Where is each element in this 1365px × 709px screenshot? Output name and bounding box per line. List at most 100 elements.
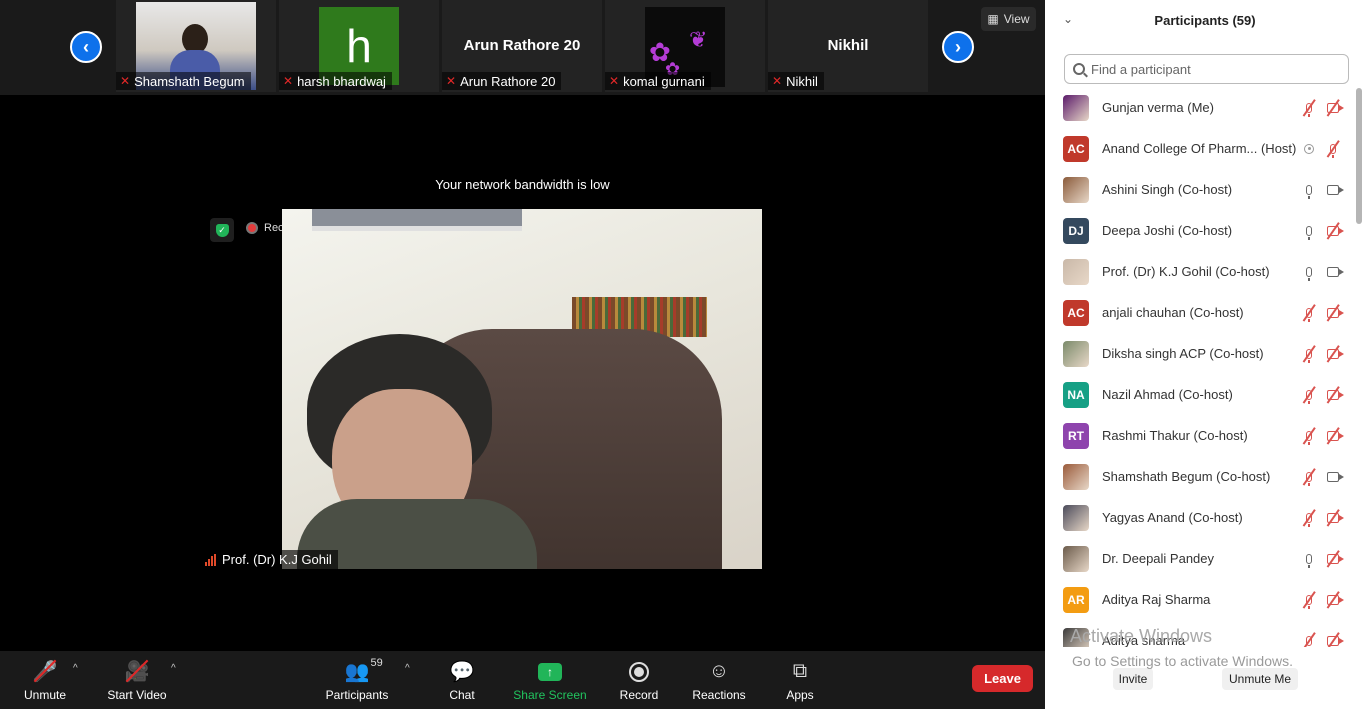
participant-list-scrollbar[interactable]: [1355, 86, 1363, 650]
video-off-icon[interactable]: [1324, 221, 1342, 240]
microphone-off-icon: 🎤: [33, 659, 57, 685]
zoom-meeting-window: ‹ ✕ Shamshath Begum h ✕ harsh bhardwaj A…: [0, 0, 1365, 709]
search-input[interactable]: [1091, 61, 1331, 77]
microphone-icon[interactable]: [1302, 223, 1316, 240]
video-off-icon[interactable]: [1324, 303, 1342, 322]
video-icon[interactable]: [1324, 183, 1342, 197]
microphone-icon[interactable]: [1302, 264, 1316, 281]
recording-dot-icon: [246, 222, 258, 234]
participant-row[interactable]: Gunjan verma (Me): [1045, 87, 1355, 128]
participant-row[interactable]: Ashini Singh (Co-host): [1045, 169, 1355, 210]
reactions-icon: ☺: [708, 660, 730, 682]
microphone-muted-icon[interactable]: [1302, 303, 1316, 322]
participant-strip: ‹ ✕ Shamshath Begum h ✕ harsh bhardwaj A…: [0, 0, 1045, 95]
participant-row[interactable]: Yagyas Anand (Co-host): [1045, 497, 1355, 538]
participants-panel: ⌄ Participants (59) Gunjan verma (Me)ACA…: [1045, 0, 1365, 709]
scrollbar-thumb[interactable]: [1356, 88, 1362, 224]
spotlight-icon[interactable]: [1302, 141, 1316, 157]
participant-row[interactable]: Diksha singh ACP (Co-host): [1045, 333, 1355, 374]
microphone-muted-icon[interactable]: [1302, 385, 1316, 404]
leave-button[interactable]: Leave: [972, 665, 1033, 692]
participant-row[interactable]: Shamshath Begum (Co-host): [1045, 456, 1355, 497]
participants-button[interactable]: 👥 59 Participants: [322, 651, 392, 709]
tile-komal-gurnani[interactable]: ✿ ❦ ✿ ✕ komal gurnani: [605, 0, 765, 92]
chat-button[interactable]: 💬 Chat: [440, 651, 484, 709]
tile-harsh-bhardwaj[interactable]: h ✕ harsh bhardwaj: [279, 0, 439, 92]
video-off-icon[interactable]: [1324, 385, 1342, 404]
apps-button[interactable]: ⧉ Apps: [782, 651, 818, 709]
video-icon[interactable]: [1324, 470, 1342, 484]
avatar: RT: [1063, 422, 1089, 449]
video-icon[interactable]: [1324, 265, 1342, 279]
microphone-icon[interactable]: [1302, 551, 1316, 568]
mic-off-icon: ✕: [120, 74, 131, 88]
invite-button[interactable]: Invite: [1113, 668, 1153, 690]
tile-name-bar: ✕ Shamshath Begum: [116, 72, 251, 90]
microphone-muted-icon[interactable]: [1302, 590, 1316, 609]
video-off-icon[interactable]: [1324, 590, 1342, 609]
participant-row[interactable]: Dr. Deepali Pandey: [1045, 538, 1355, 579]
share-screen-button[interactable]: ↑ Share Screen: [512, 651, 588, 709]
video-off-icon[interactable]: [1324, 508, 1342, 527]
start-video-label: Start Video: [107, 687, 167, 702]
participant-row[interactable]: NA Nazil Ahmad (Co-host): [1045, 374, 1355, 415]
apps-label: Apps: [786, 687, 814, 702]
record-icon: [629, 661, 649, 682]
participant-name: Dr. Deepali Pandey: [1102, 551, 1215, 566]
microphone-muted-icon[interactable]: [1302, 344, 1316, 363]
microphone-muted-icon[interactable]: [1302, 98, 1316, 117]
participants-options-caret[interactable]: ^: [405, 663, 410, 674]
signal-strength-icon: [205, 553, 216, 566]
tile-shamshath-begum[interactable]: ✕ Shamshath Begum: [116, 0, 276, 92]
avatar: AC: [1063, 135, 1089, 162]
participant-name: Gunjan verma (Me): [1102, 100, 1214, 115]
participant-name: Diksha singh ACP (Co-host): [1102, 346, 1264, 361]
tile-name-bar: ✕ Arun Rathore 20: [442, 72, 562, 90]
record-button[interactable]: Record: [616, 651, 662, 709]
previous-page-button[interactable]: ‹: [70, 31, 102, 63]
reactions-button[interactable]: ☺ Reactions: [690, 651, 748, 709]
participant-row[interactable]: AC anjali chauhan (Co-host): [1045, 292, 1355, 333]
tile-name: komal gurnani: [623, 73, 705, 89]
avatar: DJ: [1063, 217, 1089, 244]
video-off-icon[interactable]: [1324, 426, 1342, 445]
audio-options-caret[interactable]: ^: [73, 663, 78, 674]
video-off-icon[interactable]: [1324, 631, 1342, 647]
active-speaker-name: Prof. (Dr) K.J Gohil: [222, 552, 332, 567]
tile-nikhil[interactable]: Nikhil ✕ Nikhil: [768, 0, 928, 92]
participant-name: anjali chauhan (Co-host): [1102, 305, 1244, 320]
participant-row[interactable]: AR Aditya Raj Sharma: [1045, 579, 1355, 620]
tile-arun-rathore[interactable]: Arun Rathore 20 ✕ Arun Rathore 20: [442, 0, 602, 92]
meeting-area: ‹ ✕ Shamshath Begum h ✕ harsh bhardwaj A…: [0, 0, 1045, 709]
security-shield-icon[interactable]: ✓: [210, 218, 234, 242]
microphone-muted-icon[interactable]: [1302, 631, 1316, 647]
video-off-icon[interactable]: [1324, 549, 1342, 568]
participant-row[interactable]: RT Rashmi Thakur (Co-host): [1045, 415, 1355, 456]
participant-row[interactable]: Prof. (Dr) K.J Gohil (Co-host): [1045, 251, 1355, 292]
video-options-caret[interactable]: ^: [171, 663, 176, 674]
active-speaker-name-bar: Prof. (Dr) K.J Gohil: [202, 550, 338, 569]
video-off-icon[interactable]: [1324, 98, 1342, 117]
participant-name: Rashmi Thakur (Co-host): [1102, 428, 1248, 443]
video-off-icon[interactable]: [1324, 344, 1342, 363]
microphone-muted-icon[interactable]: [1302, 467, 1316, 486]
participant-search[interactable]: [1064, 54, 1349, 84]
microphone-muted-icon[interactable]: [1302, 508, 1316, 527]
unmute-button[interactable]: 🎤 Unmute: [18, 651, 72, 709]
apps-icon: ⧉: [792, 660, 808, 682]
participant-row[interactable]: AC Anand College Of Pharm... (Host): [1045, 128, 1355, 169]
view-button[interactable]: ▦ View: [981, 7, 1036, 31]
microphone-muted-icon[interactable]: [1324, 139, 1342, 158]
avatar: [1063, 463, 1089, 490]
tile-display-name: Arun Rathore 20: [463, 37, 581, 54]
unmute-me-button[interactable]: Unmute Me: [1222, 668, 1298, 690]
participants-label: Participants: [325, 687, 389, 702]
start-video-button[interactable]: 🎥 Start Video: [104, 651, 170, 709]
avatar: [1063, 176, 1089, 203]
next-page-button[interactable]: ›: [942, 31, 974, 63]
microphone-icon[interactable]: [1302, 182, 1316, 199]
chat-icon: 💬: [449, 661, 475, 683]
microphone-muted-icon[interactable]: [1302, 426, 1316, 445]
tile-name: Nikhil: [786, 73, 818, 89]
participant-row[interactable]: DJ Deepa Joshi (Co-host): [1045, 210, 1355, 251]
